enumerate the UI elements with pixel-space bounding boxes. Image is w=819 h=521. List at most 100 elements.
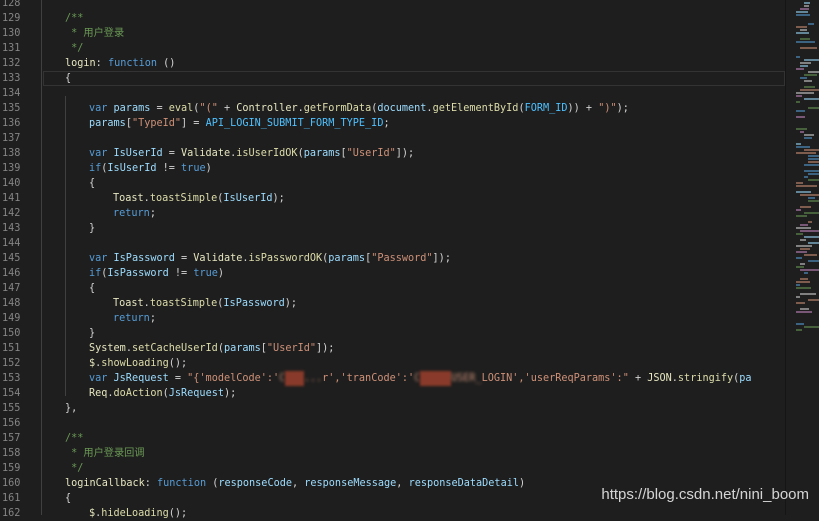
- code-line[interactable]: 156: [0, 416, 785, 431]
- minimap-line: [796, 209, 801, 211]
- code-text: var IsPassword = Validate.isPasswordOK(p…: [89, 251, 451, 266]
- minimap-line: [800, 293, 816, 295]
- line-number: 150: [2, 328, 21, 339]
- minimap-line: [796, 116, 805, 118]
- minimap-line: [808, 221, 812, 223]
- code-line[interactable]: 144: [0, 236, 785, 251]
- code-line[interactable]: 141 Toast.toastSimple(IsUserId);: [0, 191, 785, 206]
- minimap-line: [796, 11, 808, 13]
- code-line[interactable]: 145 var IsPassword = Validate.isPasswordO…: [0, 251, 785, 266]
- code-token: responseCode: [218, 478, 292, 489]
- code-token: return: [113, 313, 150, 324]
- code-editor[interactable]: 128 129/** 130 * 用户登录 131 */132 login: funct…: [0, 0, 785, 519]
- code-token: r','tranCode':': [322, 373, 415, 384]
- code-line[interactable]: 138 var IsUserId = Validate.isUserIdOK(pa…: [0, 146, 785, 161]
- code-line[interactable]: 152 $.showLoading();: [0, 356, 785, 371]
- line-number: 141: [2, 193, 21, 204]
- minimap-line: [796, 182, 803, 184]
- code-text: $.showLoading();: [89, 356, 187, 371]
- code-text: Toast.toastSimple(IsPassword);: [113, 296, 297, 311]
- code-token: login: [65, 58, 96, 69]
- line-number: 129: [2, 13, 21, 24]
- code-token: ")": [598, 103, 617, 114]
- code-text: * 用户登录回调: [65, 446, 144, 461]
- minimap-line: [804, 134, 814, 136]
- code-token: eval: [168, 103, 194, 114]
- line-number: 143: [2, 223, 21, 234]
- code-line[interactable]: 131 */: [0, 41, 785, 56]
- code-token: /**: [65, 13, 84, 24]
- code-line[interactable]: 162 $.hideLoading();: [0, 506, 785, 521]
- code-token: true: [181, 163, 206, 174]
- line-number: 132: [2, 58, 21, 69]
- code-line[interactable]: 149 return;: [0, 311, 785, 326]
- code-line[interactable]: 128: [0, 0, 785, 11]
- minimap-line: [804, 137, 812, 139]
- redacted-text: ...: [303, 373, 323, 384]
- code-token: ();: [168, 358, 188, 369]
- line-number: 130: [2, 28, 21, 39]
- indent-guide: [41, 0, 42, 515]
- code-line[interactable]: 146 if(IsPassword != true): [0, 266, 785, 281]
- code-line[interactable]: 150}: [0, 326, 785, 341]
- code-line[interactable]: 139 if(IsUserId != true): [0, 161, 785, 176]
- indent-guide: [65, 96, 66, 396]
- minimap-line: [804, 254, 817, 256]
- code-token: return: [113, 208, 150, 219]
- line-number: 137: [2, 133, 21, 144]
- minimap-line: [796, 32, 809, 34]
- minimap-line: [796, 101, 800, 103]
- code-token: params: [89, 118, 126, 129]
- line-number: 138: [2, 148, 21, 159]
- code-text: loginCallback: function (responseCode, r…: [65, 476, 525, 491]
- code-line[interactable]: 143}: [0, 221, 785, 236]
- code-token: params: [328, 253, 366, 264]
- minimap-line: [808, 155, 819, 157]
- code-line[interactable]: 159 */: [0, 461, 785, 476]
- code-text: {: [89, 176, 95, 191]
- code-line[interactable]: 142 return;: [0, 206, 785, 221]
- code-line[interactable]: 148 Toast.toastSimple(IsPassword);: [0, 296, 785, 311]
- minimap-line: [796, 152, 816, 154]
- code-token: "UserId": [266, 343, 316, 354]
- minimap-line: [800, 206, 811, 208]
- code-token: (: [206, 478, 219, 489]
- code-token: params: [107, 103, 151, 114]
- minimap[interactable]: [785, 0, 819, 515]
- code-line[interactable]: 136 params["TypeId"] = API_LOGIN_SUBMIT_F…: [0, 116, 785, 131]
- minimap-line: [796, 284, 800, 286]
- code-line[interactable]: 133 {: [0, 71, 785, 86]
- minimap-line: [808, 107, 819, 109]
- code-line[interactable]: 135 var params = eval("(" + Controller.ge…: [0, 101, 785, 116]
- code-line[interactable]: 157 /**: [0, 431, 785, 446]
- code-line[interactable]: 158 * 用户登录回调: [0, 446, 785, 461]
- code-token: );: [616, 103, 629, 114]
- minimap-line: [800, 62, 811, 64]
- code-token: ,: [396, 478, 409, 489]
- code-text: $.hideLoading();: [89, 506, 187, 521]
- minimap-line: [796, 41, 815, 43]
- code-text: System.setCacheUserId(params["UserId"]);: [89, 341, 334, 356]
- code-text: params["TypeId"] = API_LOGIN_SUBMIT_FORM…: [89, 116, 390, 131]
- code-line[interactable]: 151 System.setCacheUserId(params["UserId"…: [0, 341, 785, 356]
- code-line[interactable]: 129 /**: [0, 11, 785, 26]
- minimap-line: [804, 2, 810, 4]
- code-line[interactable]: 154 Req.doAction(JsRequest);: [0, 386, 785, 401]
- code-line[interactable]: 153 var JsRequest = "{'modelCode':'C███..…: [0, 371, 785, 386]
- code-token: ();: [168, 508, 188, 519]
- code-line[interactable]: 147 {: [0, 281, 785, 296]
- minimap-line: [808, 242, 819, 244]
- minimap-line: [796, 26, 807, 28]
- code-line[interactable]: 140 {: [0, 176, 785, 191]
- code-text: Req.doAction(JsRequest);: [89, 386, 236, 401]
- line-number: 160: [2, 478, 21, 489]
- code-line[interactable]: 132 login: function (): [0, 56, 785, 71]
- minimap-line: [808, 71, 819, 73]
- code-token: =: [174, 253, 194, 264]
- code-line[interactable]: 130 * 用户登录: [0, 26, 785, 41]
- code-token: IsPassword: [107, 253, 175, 264]
- code-line[interactable]: 155},: [0, 401, 785, 416]
- code-line[interactable]: 137: [0, 131, 785, 146]
- code-line[interactable]: 134: [0, 86, 785, 101]
- minimap-line: [800, 248, 810, 250]
